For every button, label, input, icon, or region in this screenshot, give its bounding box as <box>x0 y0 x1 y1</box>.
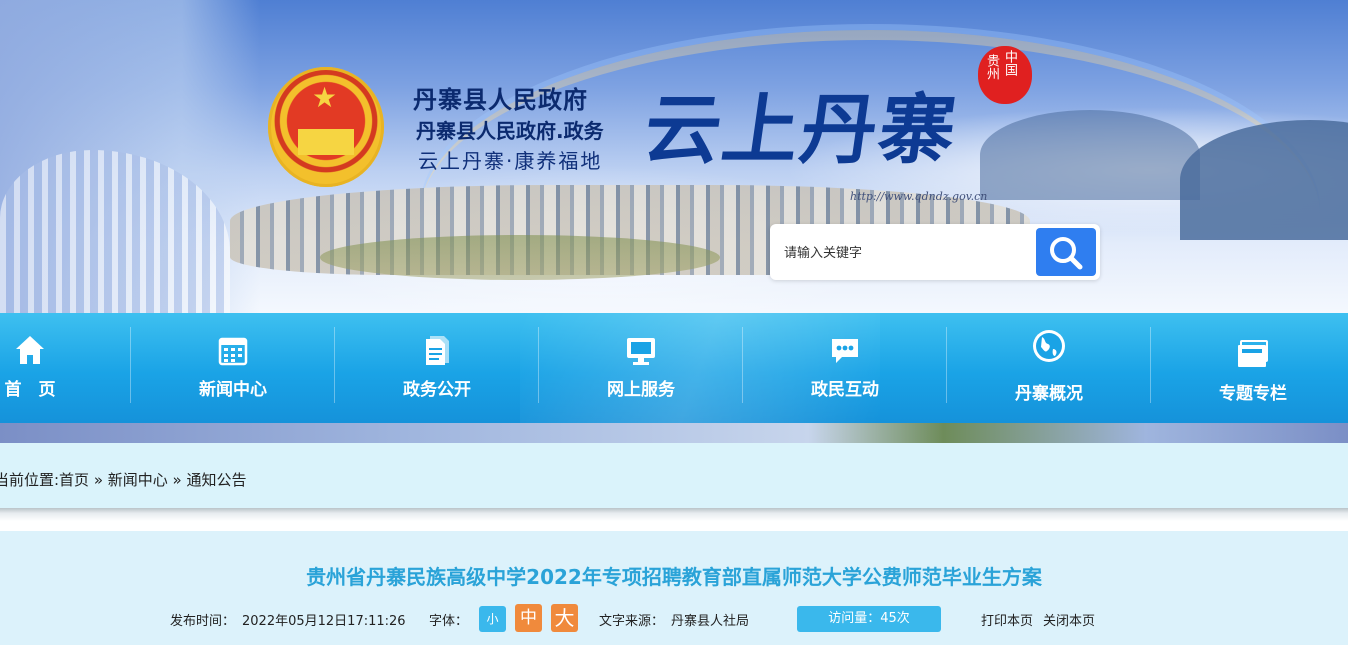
view-count-badge: 访问量：45次 <box>797 606 941 632</box>
publish-label: 发布时间： <box>170 614 236 629</box>
site-slogan: 云上丹寨·康养福地 <box>418 149 603 173</box>
nav-label: 新闻中心 <box>199 380 267 400</box>
breadcrumb-bar: 当前位置:首页 » 新闻中心 » 通知公告 <box>0 443 1348 510</box>
calendar-icon <box>218 337 248 366</box>
header-banner: ★ 丹寨县人民政府 丹寨县人民政府.政务 云上丹寨·康养福地 云上丹寨 贵州 中… <box>0 0 1348 313</box>
monitor-icon <box>627 338 655 365</box>
calligraphy-title: 云上丹寨 <box>638 85 964 174</box>
nav-item-interaction[interactable]: 政民互动 <box>743 313 947 423</box>
publish-time: 2022年05月12日17:11:26 <box>242 614 406 629</box>
source-value: 丹寨县人社局 <box>671 614 750 629</box>
china-guizhou-seal-logo: 贵州 中国 <box>978 46 1032 104</box>
nav-label: 网上服务 <box>607 380 675 400</box>
site-name: 丹寨县人民政府 <box>413 86 588 114</box>
search-box <box>770 224 1100 280</box>
close-link[interactable]: 关闭本页 <box>1043 610 1095 629</box>
city-green-decoration <box>320 235 720 280</box>
nav-label: 政务公开 <box>403 380 471 400</box>
nav-item-home[interactable]: 首 页 <box>0 313 132 423</box>
national-emblem-icon: ★ <box>268 67 384 187</box>
nav-label: 专题专栏 <box>1219 384 1287 404</box>
divider <box>0 508 1348 521</box>
chat-icon <box>832 339 858 363</box>
main-nav: 首 页 新闻中心 政务公开 网上服务 政民互动 丹寨概况 专题专栏 <box>0 313 1348 423</box>
nav-label: 政民互动 <box>811 380 879 400</box>
dancer-decoration <box>0 0 260 313</box>
article-title: 贵州省丹寨民族高级中学2022年专项招聘教育部直属师范大学公费师范毕业生方案 <box>306 565 1042 589</box>
font-large-button[interactable]: 大 <box>551 604 578 632</box>
document-icon <box>426 336 449 365</box>
globe-icon <box>1033 330 1065 362</box>
search-button[interactable] <box>1036 228 1096 276</box>
font-small-button[interactable]: 小 <box>479 606 506 632</box>
home-icon <box>16 336 44 364</box>
nav-label: 首 页 <box>4 380 56 400</box>
scenery-strip-decoration <box>0 423 1348 443</box>
nav-item-online-service[interactable]: 网上服务 <box>539 313 743 423</box>
font-medium-button[interactable]: 中 <box>515 604 542 632</box>
font-size-label: 字体： <box>429 614 469 629</box>
site-subtitle: 丹寨县人民政府.政务 <box>416 119 604 143</box>
nav-label: 丹寨概况 <box>1015 384 1083 404</box>
nav-item-news[interactable]: 新闻中心 <box>131 313 335 423</box>
article-meta: 发布时间： 2022年05月12日17:11:26 字体： 小 中 大 文字来源… <box>0 603 1348 633</box>
source-label: 文字来源： <box>599 614 665 629</box>
mountain-decoration <box>980 110 1200 200</box>
nav-item-special-topics[interactable]: 专题专栏 <box>1151 313 1348 423</box>
search-input[interactable] <box>782 236 1036 270</box>
site-url-text: http://www.qdndz.gov.cn <box>850 190 988 203</box>
folder-icon <box>1238 340 1268 367</box>
breadcrumb[interactable]: 当前位置:首页 » 新闻中心 » 通知公告 <box>0 469 246 490</box>
print-link[interactable]: 打印本页 <box>981 610 1033 629</box>
nav-item-overview[interactable]: 丹寨概况 <box>947 313 1151 423</box>
search-icon <box>1050 237 1083 270</box>
nav-item-gov-affairs[interactable]: 政务公开 <box>335 313 539 423</box>
article-header: 贵州省丹寨民族高级中学2022年专项招聘教育部直属师范大学公费师范毕业生方案 发… <box>0 531 1348 645</box>
